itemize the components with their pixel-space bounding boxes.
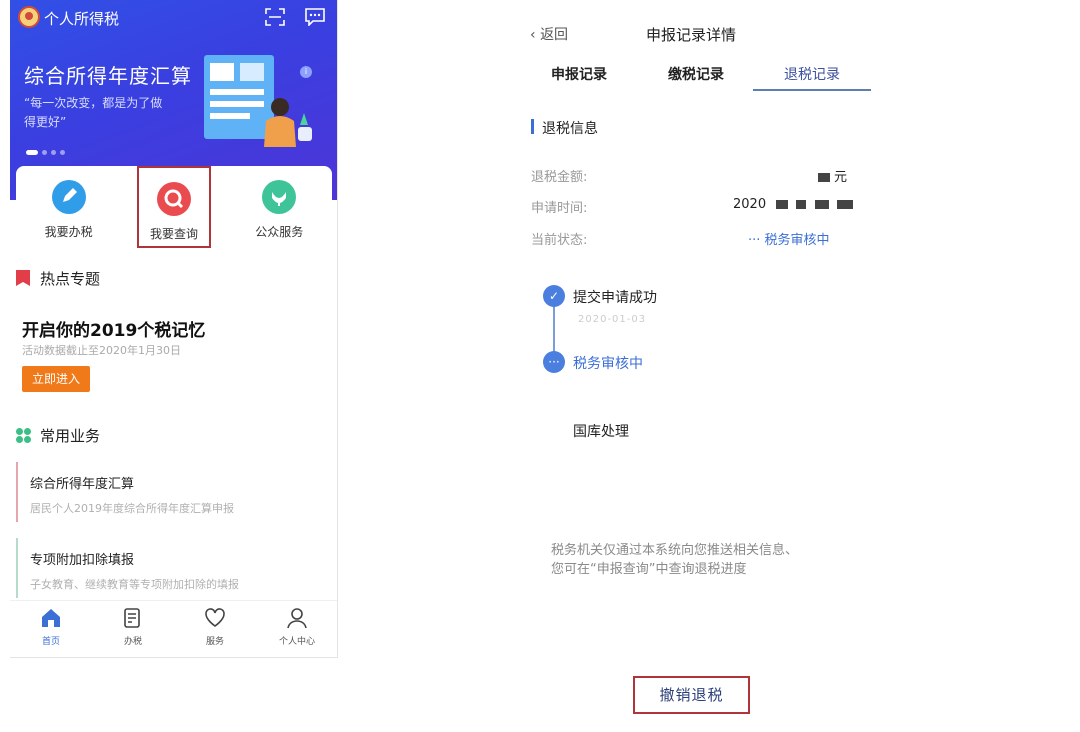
- section-accent-bar: [531, 119, 534, 134]
- section-heading: 热点专题: [40, 270, 101, 288]
- hot-topic-desc: 活动数据截止至2020年1月30日: [22, 344, 181, 357]
- tax-logo-icon: [18, 6, 40, 28]
- cancel-refund-button[interactable]: 撤销退税: [633, 676, 750, 714]
- back-label: 返回: [540, 27, 569, 43]
- pencil-icon: [51, 180, 86, 214]
- notice-line: 税务机关仅通过本系统向您推送相关信息、: [551, 543, 799, 558]
- timeline-step-label: 税务审核中: [573, 356, 643, 372]
- record-tabs: 申报记录 缴税记录 退税记录: [520, 60, 872, 92]
- message-icon[interactable]: [305, 8, 325, 26]
- time-value: 2020: [733, 197, 857, 212]
- time-label: 申请时间:: [531, 201, 588, 216]
- carousel-dots[interactable]: [26, 150, 65, 155]
- tab-refund-records[interactable]: 退税记录: [753, 64, 871, 84]
- service-title: 综合所得年度汇算: [30, 477, 135, 492]
- status-label: 当前状态:: [531, 233, 588, 248]
- timeline-step-date: 2020-01-03: [578, 314, 647, 325]
- section-heading: 常用业务: [40, 427, 101, 445]
- redacted-mask: [818, 173, 830, 182]
- carousel-dot[interactable]: [60, 150, 65, 155]
- service-desc: 子女教育、继续教育等专项附加扣除的填报: [30, 578, 239, 591]
- back-button[interactable]: ‹ 返回: [530, 24, 568, 44]
- notice-text: 税务机关仅通过本系统向您推送相关信息、 您可在“申报查询”中查询退税进度: [551, 541, 851, 579]
- service-title: 专项附加扣除填报: [30, 553, 135, 568]
- heart-icon: [205, 608, 225, 627]
- time-prefix: 2020: [733, 197, 767, 212]
- section-heading: 退税信息: [542, 121, 598, 137]
- nav-profile[interactable]: 个人中心: [256, 601, 337, 650]
- check-icon: ✓: [543, 285, 565, 307]
- quick-action-label: 公众服务: [255, 225, 304, 239]
- banner-illustration: [204, 55, 312, 147]
- quick-action-label: 我要办税: [44, 225, 93, 239]
- status-value: ··· 税务审核中: [748, 233, 830, 248]
- query-button[interactable]: 我要查询: [136, 166, 211, 248]
- carousel-dot[interactable]: [42, 150, 47, 155]
- nav-label: 办税: [123, 637, 142, 647]
- banner-title: 综合所得年度汇算: [24, 64, 192, 88]
- enter-now-button[interactable]: 立即进入: [22, 366, 90, 392]
- nav-service[interactable]: 服务: [174, 601, 256, 650]
- redacted-mask: [836, 200, 853, 209]
- refund-detail-screen: ‹ 返回 申报记录详情 申报记录 缴税记录 退税记录 退税信息 退税金额: 元 …: [520, 0, 880, 732]
- carousel-dot[interactable]: [51, 150, 56, 155]
- flower-icon: [262, 180, 297, 214]
- nav-label: 服务: [205, 637, 224, 647]
- redacted-mask: [796, 200, 807, 209]
- nav-home[interactable]: 首页: [10, 601, 92, 650]
- redacted-mask: [776, 200, 789, 209]
- banner-subtitle: “每一次改变，都是为了做得更好”: [24, 96, 163, 129]
- tax-filing-button[interactable]: 我要办税: [32, 166, 106, 248]
- public-service-button[interactable]: 公众服务: [242, 166, 316, 248]
- app-header: 个人所得税: [10, 0, 337, 36]
- active-tab-indicator: [753, 89, 871, 91]
- amount-unit: 元: [834, 170, 848, 185]
- nav-label: 个人中心: [278, 637, 315, 647]
- scan-icon[interactable]: [265, 8, 285, 26]
- quick-actions: 我要办税 我要查询 公众服务: [16, 166, 332, 252]
- tab-declaration-records[interactable]: 申报记录: [520, 64, 638, 84]
- home-icon: [42, 609, 60, 627]
- amount-label: 退税金额:: [531, 170, 588, 185]
- carousel-dot[interactable]: [26, 150, 38, 155]
- home-screen: 个人所得税 综合所得年度汇算 “每一次改变，都是为了做得更好” i 我要办税 我…: [10, 0, 338, 658]
- timeline-step-label: 提交申请成功: [573, 290, 657, 306]
- nav-label: 首页: [41, 637, 60, 647]
- clover-icon: [16, 428, 32, 444]
- page-title: 申报记录详情: [646, 26, 737, 44]
- ellipsis-icon: ···: [543, 351, 565, 373]
- bookmark-icon: [16, 270, 30, 286]
- chevron-left-icon: ‹: [530, 27, 536, 43]
- app-name: 个人所得税: [44, 10, 120, 28]
- bottom-nav: 首页 办税 服务 个人中心: [10, 600, 337, 650]
- service-desc: 居民个人2019年度综合所得年度汇算申报: [30, 502, 234, 515]
- search-icon: [156, 182, 191, 216]
- timeline-connector: [553, 306, 555, 352]
- quick-action-label: 我要查询: [149, 227, 198, 241]
- amount-value: 元: [818, 166, 847, 185]
- service-card[interactable]: 专项附加扣除填报 子女教育、继续教育等专项附加扣除的填报: [16, 538, 330, 598]
- document-edit-icon: [124, 608, 140, 628]
- hot-topic-title[interactable]: 开启你的2019个税记忆: [22, 316, 205, 341]
- tab-payment-records[interactable]: 缴税记录: [637, 64, 755, 84]
- timeline-step-label: 国库处理: [573, 424, 629, 440]
- redacted-mask: [814, 200, 829, 209]
- nav-tax[interactable]: 办税: [92, 601, 174, 650]
- notice-line: 您可在“申报查询”中查询退税进度: [551, 562, 747, 577]
- user-icon: [287, 608, 307, 629]
- service-card[interactable]: 综合所得年度汇算 居民个人2019年度综合所得年度汇算申报: [16, 462, 330, 522]
